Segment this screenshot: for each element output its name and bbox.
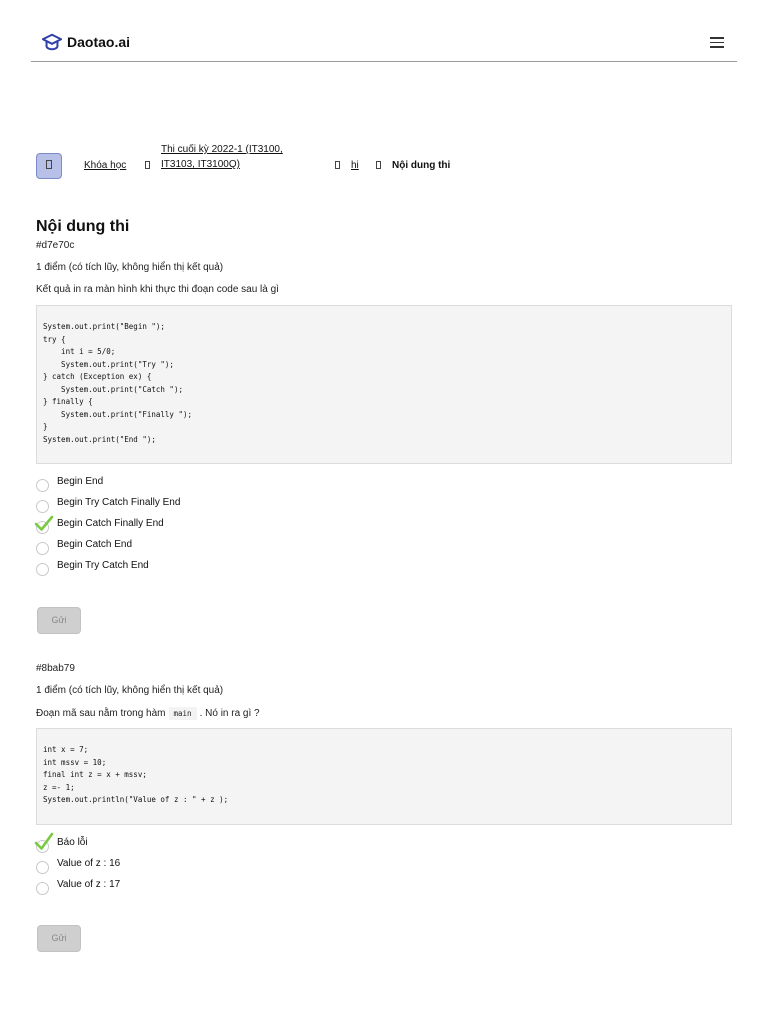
home-button[interactable] (36, 153, 62, 179)
question-score: 1 điểm (có tích lũy, không hiển thị kết … (36, 262, 224, 273)
submit-button[interactable]: Gửi (37, 925, 81, 952)
checkmark-icon (34, 832, 54, 850)
logo[interactable]: Daotao.ai (41, 32, 130, 52)
answer-option-label: Báo lỗi (57, 837, 88, 848)
prompt-text: . Nó in ra gì ? (199, 708, 260, 719)
answer-option-selected[interactable]: Begin Catch Finally End (34, 515, 436, 537)
radio-button[interactable] (36, 479, 49, 492)
answer-option[interactable]: Value of z : 17 (36, 877, 436, 898)
radio-button[interactable] (36, 861, 49, 874)
question-score: 1 điểm (có tích lũy, không hiển thị kết … (36, 685, 224, 696)
answer-option-label: Begin Try Catch Finally End (57, 497, 181, 508)
hamburger-menu-icon[interactable] (710, 37, 724, 48)
top-header: Daotao.ai (31, 26, 737, 62)
answer-option-label: Begin Catch End (57, 539, 133, 550)
question-prompt: Kết quả in ra màn hình khi thực thi đoạn… (36, 284, 279, 295)
home-icon (46, 160, 52, 169)
breadcrumb-separator-icon (145, 161, 150, 169)
answer-option[interactable]: Begin Try Catch End (36, 558, 436, 579)
answer-option[interactable]: Begin Catch End (36, 537, 436, 558)
code-block: int x = 7; int mssv = 10; final int z = … (36, 728, 732, 825)
graduation-cap-icon (41, 33, 63, 51)
answer-option-label: Begin Try Catch End (57, 560, 149, 571)
answer-option-label: Value of z : 17 (57, 879, 121, 890)
radio-button[interactable] (36, 542, 49, 555)
answer-option[interactable]: Begin Try Catch Finally End (36, 495, 436, 516)
checkmark-icon (34, 515, 54, 531)
answer-option-label: Value of z : 16 (57, 858, 121, 869)
answer-option[interactable]: Begin End (36, 474, 436, 495)
question-id: #d7e70c (36, 240, 75, 251)
breadcrumb-link-courses[interactable]: Khóa học (84, 158, 126, 173)
radio-button[interactable] (36, 500, 49, 513)
answer-option[interactable]: Value of z : 16 (36, 856, 436, 877)
question-prompt: Đoạn mã sau nằm trong hàm main. Nó in ra … (36, 707, 260, 720)
breadcrumb: Khóa học Thi cuối kỳ 2022-1 (IT3100, IT3… (36, 142, 736, 182)
question-id: #8bab79 (36, 663, 75, 674)
page-title: Nội dung thi (36, 218, 130, 235)
breadcrumb-link-exam[interactable]: Thi cuối kỳ 2022-1 (IT3100, IT3103, IT31… (161, 142, 283, 172)
logo-text: Daotao.ai (67, 34, 131, 50)
answer-options: Begin End Begin Try Catch Finally End Be… (34, 474, 436, 579)
radio-button[interactable] (36, 882, 49, 895)
breadcrumb-link-hi[interactable]: hi (351, 158, 359, 173)
breadcrumb-exam-line2: IT3103, IT3100Q) (161, 159, 240, 170)
code-block: System.out.print("Begin "); try { int i … (36, 305, 732, 464)
breadcrumb-separator-icon (376, 161, 381, 169)
code-text: System.out.print("Begin "); try { int i … (43, 322, 193, 444)
breadcrumb-current: Nội dung thi (392, 160, 451, 171)
answer-options: Báo lỗi Value of z : 16 Value of z : 17 (34, 832, 436, 898)
answer-option-selected[interactable]: Báo lỗi (34, 832, 436, 856)
radio-button[interactable] (36, 563, 49, 576)
breadcrumb-exam-line1: Thi cuối kỳ 2022-1 (IT3100, (161, 144, 283, 155)
answer-option-label: Begin Catch Finally End (57, 518, 164, 529)
code-text: int x = 7; int mssv = 10; final int z = … (43, 745, 229, 804)
submit-button[interactable]: Gửi (37, 607, 81, 634)
inline-code: main (168, 707, 197, 720)
breadcrumb-separator-icon (335, 161, 340, 169)
answer-option-label: Begin End (57, 476, 104, 487)
prompt-text: Đoạn mã sau nằm trong hàm (36, 708, 166, 719)
